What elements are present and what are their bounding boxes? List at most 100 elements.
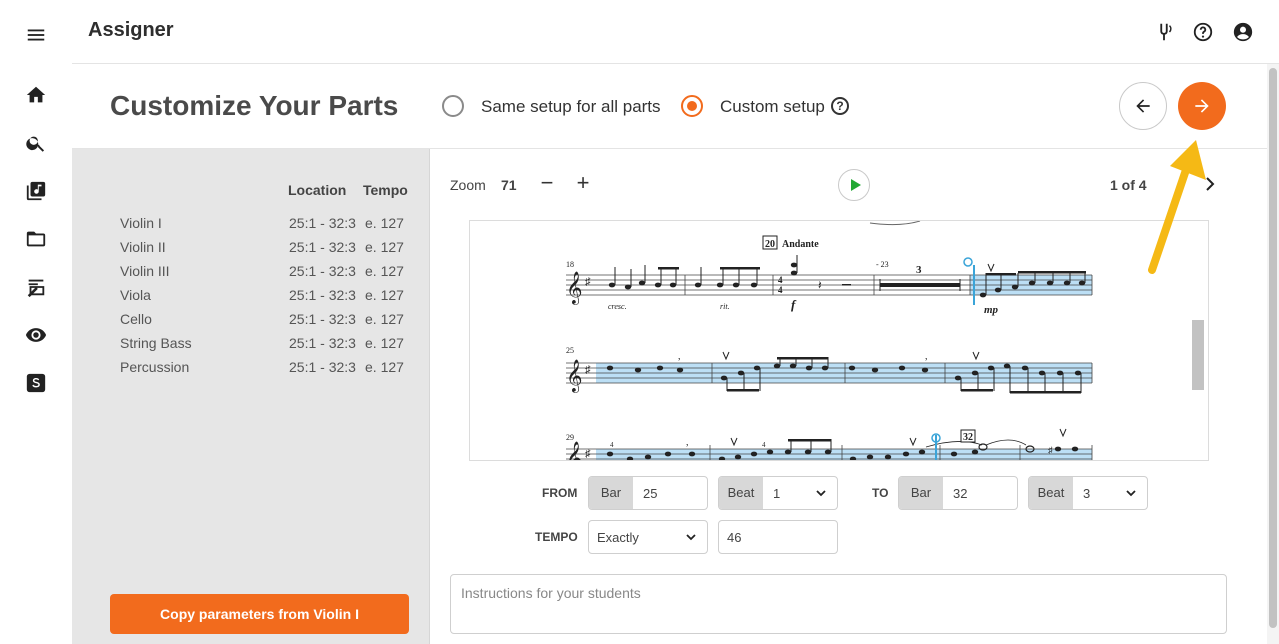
part-tempo: e. 127 <box>365 311 404 327</box>
part-name: Cello <box>120 311 152 327</box>
zoom-in-button[interactable]: + <box>572 172 594 195</box>
from-bar-field[interactable]: Bar 25 <box>588 476 708 510</box>
part-tempo: e. 127 <box>365 359 404 375</box>
part-name: Percussion <box>120 359 190 375</box>
score-scrollbar-thumb[interactable] <box>1192 320 1204 390</box>
menu-icon[interactable] <box>24 23 48 47</box>
zoom-value: 71 <box>501 177 517 193</box>
custom-setup-radio[interactable] <box>681 95 703 117</box>
s-logo-icon[interactable] <box>24 371 48 395</box>
tuning-fork-icon[interactable] <box>1153 21 1175 43</box>
parts-panel: Location Tempo Violin I 25:1 - 32:3 e. 1… <box>72 149 430 644</box>
to-bar-value: 32 <box>953 486 968 501</box>
part-location: 25:1 - 32:3 <box>289 311 356 327</box>
part-location: 25:1 - 32:3 <box>289 215 356 231</box>
page-indicator: 1 of 4 <box>1110 177 1147 193</box>
from-beat-select[interactable]: Beat 1 <box>718 476 838 510</box>
home-icon[interactable] <box>24 83 48 107</box>
zoom-out-button[interactable]: − <box>536 172 558 195</box>
part-row[interactable]: Percussion 25:1 - 32:3 e. 127 <box>72 359 430 383</box>
instructions-input[interactable] <box>450 574 1227 634</box>
tempo-marking: Andante <box>782 239 819 250</box>
folder-icon[interactable] <box>24 227 48 251</box>
assignment-icon[interactable] <box>24 275 48 299</box>
svg-text:♯: ♯ <box>585 448 591 460</box>
eye-icon[interactable] <box>24 323 48 347</box>
part-tempo: e. 127 <box>365 287 404 303</box>
rehearsal-mark: 32 <box>963 432 973 443</box>
part-name: String Bass <box>120 335 192 351</box>
part-location: 25:1 - 32:3 <box>289 359 356 375</box>
assigner-app: Assigner Customize Your Parts Same setup… <box>0 0 1279 644</box>
part-location: 25:1 - 32:3 <box>289 287 356 303</box>
zoom-label: Zoom <box>450 177 486 193</box>
title-row: Customize Your Parts Same setup for all … <box>72 64 1267 149</box>
play-button[interactable] <box>838 169 870 201</box>
part-row[interactable]: String Bass 25:1 - 32:3 e. 127 <box>72 335 430 359</box>
chevron-down-icon <box>816 490 826 497</box>
from-beat-value: 1 <box>773 486 781 501</box>
svg-text:♯: ♯ <box>1048 445 1053 455</box>
bar-tag: Bar <box>589 477 633 509</box>
to-beat-value: 3 <box>1083 486 1091 501</box>
custom-setup-help-icon[interactable]: ? <box>831 97 849 115</box>
measure-number: 25 <box>566 346 574 355</box>
back-button[interactable] <box>1119 82 1167 130</box>
help-icon[interactable] <box>1192 21 1214 43</box>
svg-text:,: , <box>686 437 689 448</box>
tempo-value-field[interactable]: 46 <box>718 520 838 554</box>
part-location: 25:1 - 32:3 <box>289 335 356 351</box>
svg-text:𝄽: 𝄽 <box>818 278 822 292</box>
next-page-chevron-icon[interactable] <box>1203 175 1217 193</box>
part-row[interactable]: Violin III 25:1 - 32:3 e. 127 <box>72 263 430 287</box>
custom-setup-label[interactable]: Custom setup <box>720 97 825 117</box>
same-setup-label[interactable]: Same setup for all parts <box>481 97 661 117</box>
measure-number: 18 <box>566 260 574 269</box>
rehearsal-mark: 20 <box>765 239 775 250</box>
svg-text:♯: ♯ <box>585 364 591 376</box>
account-icon[interactable] <box>1232 21 1254 43</box>
part-location: 25:1 - 32:3 <box>289 239 356 255</box>
arrow-left-icon <box>1136 99 1150 113</box>
dynamic-marking: rit. <box>720 302 730 311</box>
score-view[interactable]: 𝄞 ♯ 18 4 4 20 Andante 𝄽 - 23 3 cresc. ri… <box>469 220 1209 461</box>
part-name: Viola <box>120 287 151 303</box>
page-scrollbar-thumb[interactable] <box>1269 68 1277 628</box>
part-row[interactable]: Viola 25:1 - 32:3 e. 127 <box>72 287 430 311</box>
part-tempo: e. 127 <box>365 263 404 279</box>
bar-tag: Bar <box>899 477 943 509</box>
app-header: Assigner <box>72 0 1279 64</box>
measure-number: 29 <box>566 433 574 442</box>
dynamic-marking: mp <box>984 304 999 316</box>
copy-parameters-button[interactable]: Copy parameters from Violin I <box>110 594 409 634</box>
part-row[interactable]: Cello 25:1 - 32:3 e. 127 <box>72 311 430 335</box>
part-row[interactable]: Violin I 25:1 - 32:3 e. 127 <box>72 215 430 239</box>
search-icon[interactable] <box>24 131 48 155</box>
svg-text:𝄞: 𝄞 <box>566 360 583 393</box>
svg-text:4: 4 <box>778 285 783 295</box>
part-tempo: e. 127 <box>365 215 404 231</box>
part-name: Violin II <box>120 239 166 255</box>
music-library-icon[interactable] <box>24 179 48 203</box>
part-tempo: e. 127 <box>365 239 404 255</box>
next-button[interactable] <box>1178 82 1226 130</box>
svg-text:𝄞: 𝄞 <box>566 272 583 305</box>
svg-text:,: , <box>925 351 928 362</box>
to-beat-select[interactable]: Beat 3 <box>1028 476 1148 510</box>
svg-text:4: 4 <box>762 441 766 449</box>
same-setup-radio[interactable] <box>442 95 464 117</box>
svg-text:4: 4 <box>778 275 783 285</box>
svg-text:,: , <box>678 351 681 362</box>
location-column-header: Location <box>288 182 347 198</box>
part-location: 25:1 - 32:3 <box>289 263 356 279</box>
part-tempo: e. 127 <box>365 335 404 351</box>
from-label: FROM <box>542 486 578 500</box>
part-row[interactable]: Violin II 25:1 - 32:3 e. 127 <box>72 239 430 263</box>
tempo-mode-select[interactable]: Exactly <box>588 520 708 554</box>
beat-tag: Beat <box>1029 477 1073 509</box>
to-bar-field[interactable]: Bar 32 <box>898 476 1018 510</box>
rest-range: - 23 <box>876 260 889 269</box>
beat-tag: Beat <box>719 477 763 509</box>
page-scrollbar[interactable] <box>1267 64 1279 644</box>
part-name: Violin III <box>120 263 170 279</box>
